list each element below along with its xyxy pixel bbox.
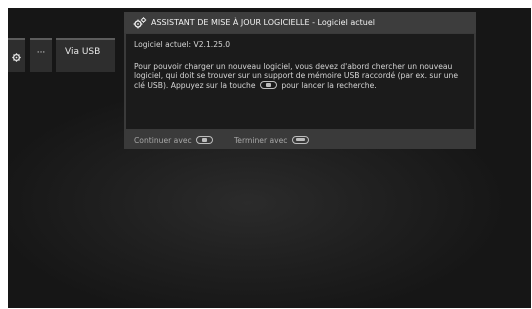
exit-key-icon[interactable]	[291, 136, 309, 144]
gears-icon	[133, 16, 147, 29]
more-options-label: ···	[36, 48, 46, 58]
more-options-tile[interactable]: ···	[30, 38, 52, 72]
software-update-dialog: ASSISTANT DE MISE À JOUR LOGICIELLE - Lo…	[124, 12, 476, 149]
via-usb-tile[interactable]: Via USB	[56, 38, 115, 72]
via-usb-label: Via USB	[65, 47, 101, 57]
continue-hint: Continuer avec	[134, 136, 192, 145]
dialog-body: Logiciel actuel: V2.1.25.0 Pour pouvoir …	[126, 34, 474, 129]
gear-icon	[12, 47, 21, 66]
finish-hint: Terminer avec	[233, 136, 288, 145]
settings-tile[interactable]	[8, 38, 25, 72]
tv-screen: ··· Via USB ASSISTANT DE MISE À JOUR LOG…	[8, 8, 531, 308]
instruction-text: Pour pouvoir charger un nouveau logiciel…	[134, 62, 466, 91]
instruction-text-part2: pour lancer la recherche.	[281, 80, 377, 90]
dialog-title: ASSISTANT DE MISE À JOUR LOGICIELLE - Lo…	[151, 18, 375, 27]
continue-key-icon[interactable]	[196, 136, 214, 144]
play-key-icon	[259, 80, 277, 89]
dialog-header: ASSISTANT DE MISE À JOUR LOGICIELLE - Lo…	[124, 12, 476, 33]
current-version-text: Logiciel actuel: V2.1.25.0	[134, 40, 231, 49]
dialog-footer: Continuer avec Terminer avec	[134, 136, 311, 145]
